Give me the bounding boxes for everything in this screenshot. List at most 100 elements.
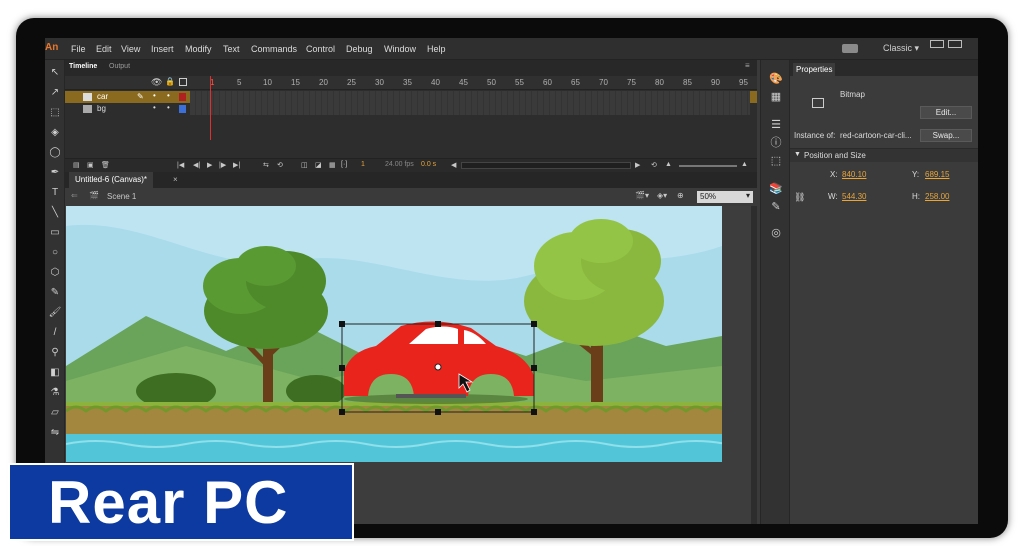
rectangle-tool-icon[interactable]: ▭ xyxy=(48,226,62,240)
paint-bucket-tool-icon[interactable]: ◧ xyxy=(48,366,62,380)
center-frame-icon[interactable]: ⇆ xyxy=(263,161,269,169)
frame-ruler[interactable]: 👁 🔒 1 5 10 15 20 25 30 35 40 45 50 55 60… xyxy=(65,76,757,90)
layer-frames[interactable] xyxy=(190,103,750,115)
eyedropper-tool-icon[interactable]: ⚗ xyxy=(48,386,62,400)
step-forward-icon[interactable]: |▶ xyxy=(219,161,226,169)
new-layer-icon[interactable]: ▤ xyxy=(73,161,80,169)
loop-icon[interactable]: ⟲ xyxy=(277,161,283,169)
workspace-switcher[interactable]: Classic ▾ xyxy=(883,43,919,54)
library-panel-icon[interactable]: 📚 xyxy=(769,182,783,196)
line-tool-icon[interactable]: ╲ xyxy=(48,206,62,220)
menu-edit[interactable]: Edit xyxy=(96,44,112,54)
tab-properties[interactable]: Properties xyxy=(792,62,836,76)
swap-button[interactable]: Swap... xyxy=(920,129,972,142)
canvas-stage[interactable] xyxy=(66,206,722,462)
delete-layer-icon[interactable]: 🗑 xyxy=(101,161,110,169)
edit-button[interactable]: Edit... xyxy=(920,106,972,119)
visibility-dot[interactable]: • xyxy=(153,103,156,112)
polystar-tool-icon[interactable]: ⬡ xyxy=(48,266,62,280)
tab-output[interactable]: Output xyxy=(109,63,130,70)
edit-multiple-frames-icon[interactable]: ▦ xyxy=(329,161,336,169)
onion-skin-icon[interactable]: ◫ xyxy=(301,161,308,169)
minimize-button[interactable] xyxy=(930,40,944,48)
layer-color-swatch[interactable] xyxy=(179,93,186,101)
menu-view[interactable]: View xyxy=(121,44,140,54)
scroll-left-icon[interactable]: ◀ xyxy=(451,161,456,169)
text-tool-icon[interactable]: T xyxy=(48,186,62,200)
menu-text[interactable]: Text xyxy=(223,44,240,54)
lasso-tool-icon[interactable]: ◯ xyxy=(48,146,62,160)
playhead-sync-icon[interactable]: ⟲ xyxy=(651,161,657,169)
tab-document[interactable]: Untitled-6 (Canvas)* xyxy=(69,172,154,188)
h-value[interactable]: 258.00 xyxy=(925,192,949,201)
layer-name[interactable]: car xyxy=(97,92,108,101)
center-stage-icon[interactable]: ⊕ xyxy=(677,191,684,200)
bone-tool-icon[interactable]: ⚲ xyxy=(48,346,62,360)
menu-debug[interactable]: Debug xyxy=(346,44,373,54)
playhead[interactable] xyxy=(210,76,211,140)
brush-tool-icon[interactable]: 🖌 xyxy=(48,306,62,320)
frame-rate[interactable]: 24.00 fps xyxy=(385,161,414,168)
link-proportions-icon[interactable]: ⛓ xyxy=(794,192,805,203)
menu-insert[interactable]: Insert xyxy=(151,44,174,54)
stage-vertical-scrollbar[interactable] xyxy=(751,206,757,524)
selection-tool-icon[interactable]: ↖ xyxy=(48,66,62,80)
scene-name[interactable]: Scene 1 xyxy=(107,192,136,201)
pen-tool-icon[interactable]: ✒ xyxy=(48,166,62,180)
pencil-tool-icon[interactable]: ✎ xyxy=(48,286,62,300)
tab-timeline[interactable]: Timeline xyxy=(69,63,97,70)
lock-dot[interactable]: • xyxy=(167,103,170,112)
transform-panel-icon[interactable]: ⬚ xyxy=(769,154,783,168)
color-panel-icon[interactable]: 🎨 xyxy=(769,72,783,86)
outline-all-icon[interactable] xyxy=(179,78,187,86)
x-value[interactable]: 840.10 xyxy=(842,170,866,179)
menu-modify[interactable]: Modify xyxy=(185,44,212,54)
menu-file[interactable]: File xyxy=(71,44,86,54)
modify-markers-icon[interactable]: [·] xyxy=(341,161,347,168)
menu-control[interactable]: Control xyxy=(306,44,335,54)
visibility-dot[interactable]: • xyxy=(153,91,156,100)
oval-tool-icon[interactable]: ○ xyxy=(48,246,62,260)
first-frame-icon[interactable]: |◀ xyxy=(177,161,184,169)
timeline-zoom-slider[interactable] xyxy=(679,165,737,167)
onion-outline-icon[interactable]: ◪ xyxy=(315,161,322,169)
subselection-tool-icon[interactable]: ↗ xyxy=(48,86,62,100)
layer-row-bg[interactable]: bg • • xyxy=(65,103,757,115)
play-icon[interactable]: ▶ xyxy=(207,161,212,169)
new-folder-icon[interactable]: ▣ xyxy=(87,161,94,169)
zoom-select[interactable]: 50% ▾ xyxy=(697,191,753,203)
3d-rotation-tool-icon[interactable]: ◈ xyxy=(48,126,62,140)
last-frame-icon[interactable]: ▶| xyxy=(233,161,240,169)
show-hide-all-icon[interactable]: 👁 xyxy=(151,77,162,88)
elapsed-time[interactable]: 0.0 s xyxy=(421,161,436,168)
step-back-icon[interactable]: ◀| xyxy=(193,161,200,169)
position-size-section[interactable]: ▼ Position and Size xyxy=(790,148,978,162)
layer-name[interactable]: bg xyxy=(97,104,106,113)
zoom-in-icon[interactable]: ▲ xyxy=(741,161,748,168)
motion-presets-icon[interactable]: ✎ xyxy=(769,200,783,214)
layer-row-car[interactable]: car ✎ • • xyxy=(65,91,757,103)
info-panel-icon[interactable]: ⓘ xyxy=(769,136,783,150)
menu-help[interactable]: Help xyxy=(427,44,446,54)
zoom-out-icon[interactable]: ▲ xyxy=(665,161,672,168)
eraser-tool-icon[interactable]: ▱ xyxy=(48,406,62,420)
edit-symbol-icon[interactable]: ◈▾ xyxy=(657,191,667,200)
paint-brush-tool-icon[interactable]: / xyxy=(48,326,62,340)
close-document-icon[interactable]: × xyxy=(173,175,178,184)
restore-button[interactable] xyxy=(948,40,962,48)
lock-all-icon[interactable]: 🔒 xyxy=(165,77,175,86)
width-tool-icon[interactable]: ⇋ xyxy=(48,426,62,440)
free-transform-tool-icon[interactable]: ⬚ xyxy=(48,106,62,120)
swatches-panel-icon[interactable]: ▦ xyxy=(769,90,783,104)
back-arrow-icon[interactable]: ⇐ xyxy=(71,191,78,200)
panel-menu-icon[interactable]: ≡ xyxy=(745,61,750,70)
layer-frames[interactable] xyxy=(190,91,750,103)
timeline-scrollbar[interactable] xyxy=(461,162,631,169)
edit-scene-icon[interactable]: 🎬▾ xyxy=(635,191,649,200)
w-value[interactable]: 544.30 xyxy=(842,192,866,201)
menu-window[interactable]: Window xyxy=(384,44,416,54)
current-frame[interactable]: 1 xyxy=(361,161,365,168)
align-panel-icon[interactable]: ☰ xyxy=(769,118,783,132)
menu-commands[interactable]: Commands xyxy=(251,44,297,54)
layer-color-swatch[interactable] xyxy=(179,105,186,113)
